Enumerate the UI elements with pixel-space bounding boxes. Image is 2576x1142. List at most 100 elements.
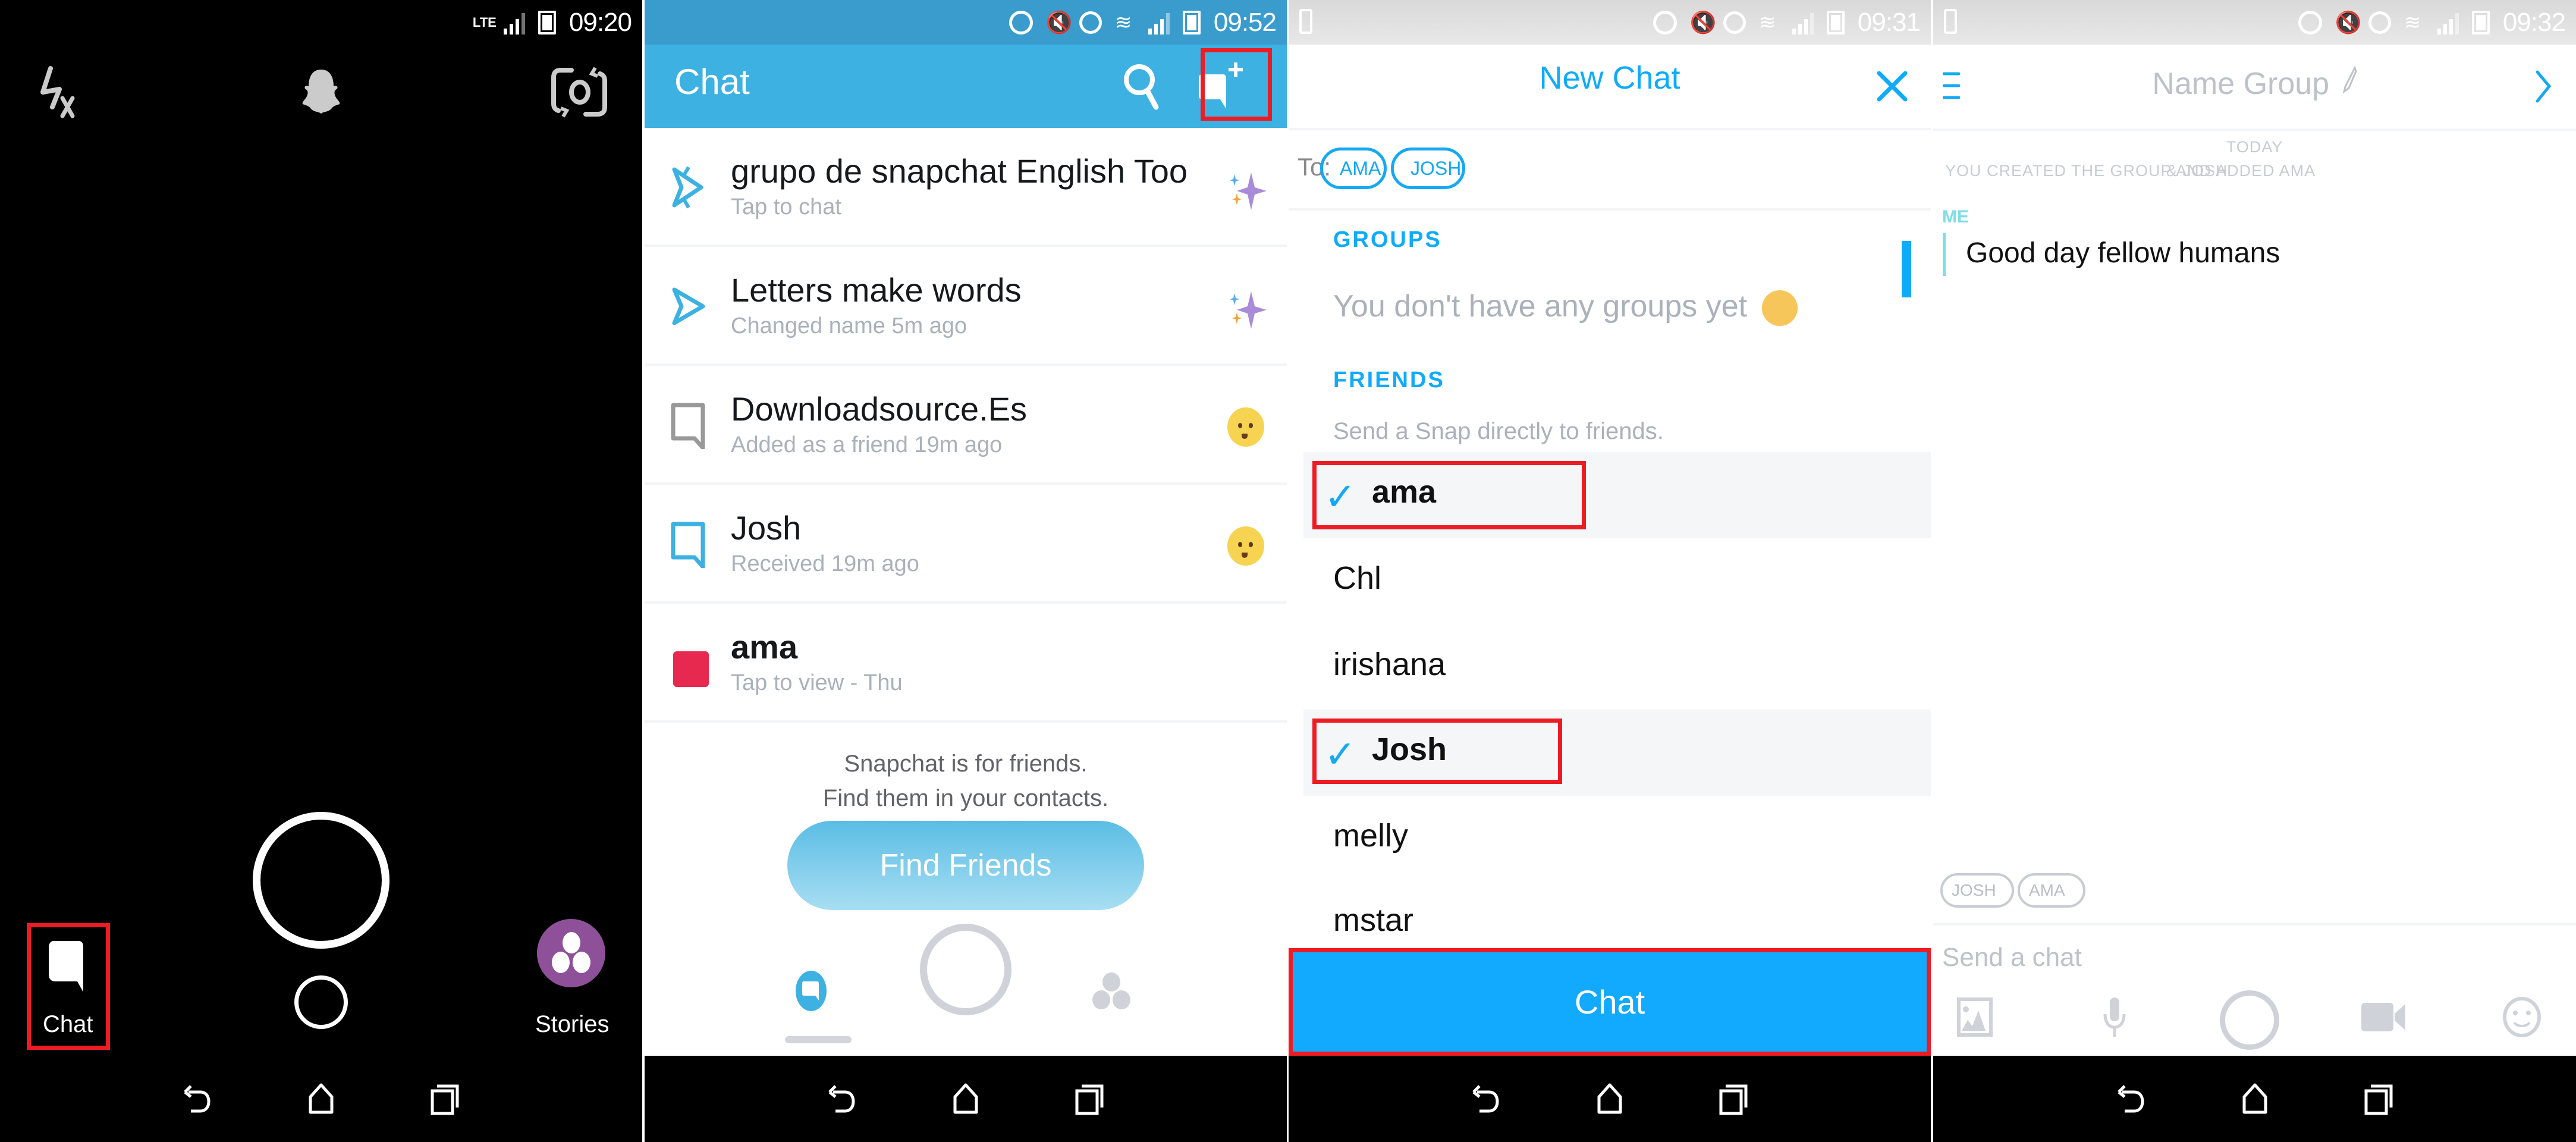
home-icon[interactable] (1589, 1078, 1631, 1120)
snap-red-square-icon (668, 639, 710, 687)
status-time: 09:20 (568, 7, 632, 37)
message-accent-bar (1943, 233, 1946, 276)
flash-off-icon[interactable] (27, 59, 92, 125)
back-icon[interactable] (1466, 1078, 1507, 1120)
home-icon[interactable] (945, 1078, 987, 1120)
status-bar: 🔇 ≋ 09:32 (1933, 0, 2576, 45)
status-bar: LTE 09:20 (0, 0, 642, 45)
groups-empty-text: You don't have any groups yet (1333, 288, 1798, 327)
chat-input[interactable]: Send a chat (1942, 943, 2082, 972)
recipient-chip[interactable]: AMA (1320, 148, 1387, 189)
memories-button[interactable] (294, 975, 348, 1029)
stories-icon[interactable] (537, 919, 605, 987)
signal-icon (1148, 11, 1170, 34)
status-time: 09:31 (1857, 7, 1921, 37)
chat-tab-icon[interactable] (796, 971, 827, 1011)
wifi-icon: ≋ (1114, 11, 1132, 34)
friend-name: melly (1333, 818, 1409, 854)
battery-icon (2471, 10, 2490, 34)
group-chat-screen: 🔇 ≋ 09:32 Name Group TODAY YOU CREATED T… (1933, 0, 2576, 1142)
home-icon[interactable] (2234, 1078, 2276, 1120)
chat-name: ama (731, 628, 798, 666)
chat-list-item[interactable]: Downloadsource.Es Added as a friend 19m … (645, 366, 1287, 485)
baby-emoji-icon (1227, 407, 1269, 449)
camera-screen: LTE 09:20 Chat Stories (0, 0, 642, 1142)
scrollbar[interactable] (1902, 241, 1911, 297)
home-icon[interactable] (300, 1078, 342, 1120)
system-message-tail: & JOSH (2166, 162, 2228, 180)
chat-status: Received 19m ago (731, 551, 919, 576)
flip-camera-icon[interactable] (547, 59, 612, 125)
sparkles-icon (1227, 170, 1269, 211)
camera-button[interactable] (2220, 990, 2279, 1050)
recents-icon[interactable] (423, 1078, 465, 1120)
chat-status: Changed name 5m ago (731, 313, 967, 338)
divider (1933, 128, 2576, 131)
page-title: New Chat (1539, 60, 1680, 96)
status-bar: 🔇 ≋ 09:31 (1289, 0, 1931, 45)
alarm-icon (1079, 11, 1102, 34)
chat-outline-grey-icon (668, 401, 710, 450)
empty-hint-line1: Snapchat is for friends. (844, 751, 1088, 777)
groups-empty-label: You don't have any groups yet (1333, 289, 1748, 324)
wifi-icon: ≋ (2404, 11, 2421, 34)
chat-list-screen: 🔇 ≋ 09:52 Chat grupo de snapchat English… (645, 0, 1287, 1142)
group-name-field[interactable]: Name Group (1933, 65, 2576, 102)
divider (1289, 128, 1931, 130)
friend-row[interactable]: Chl (1303, 538, 1931, 625)
groups-heading: GROUPS (1333, 227, 1442, 252)
chat-header: Chat (645, 45, 1287, 128)
search-icon[interactable] (1119, 59, 1167, 113)
recipient-chip[interactable]: JOSH (1391, 148, 1465, 189)
back-icon[interactable] (177, 1078, 219, 1120)
stories-label[interactable]: Stories (535, 1011, 610, 1038)
highlight-box (1201, 48, 1272, 121)
highlight-box (27, 923, 110, 1050)
gallery-icon[interactable] (1951, 993, 1999, 1041)
capture-button[interactable] (253, 812, 389, 949)
friend-name: Chl (1333, 560, 1382, 596)
sticker-icon[interactable] (2498, 993, 2546, 1041)
alarm-icon (1723, 11, 1746, 34)
screen-rotation-icon (1944, 9, 1957, 34)
back-icon[interactable] (822, 1078, 863, 1120)
chat-list-item[interactable]: ama Tap to view - Thu (645, 604, 1287, 723)
mute-icon: 🔇 (1689, 10, 1717, 34)
video-call-icon[interactable] (2360, 993, 2408, 1041)
member-chip[interactable]: AMA (2018, 873, 2085, 908)
recents-icon[interactable] (2357, 1078, 2399, 1120)
date-label: TODAY (2226, 138, 2283, 156)
friend-row[interactable]: melly (1303, 796, 1931, 882)
camera-button[interactable] (915, 919, 1016, 1020)
friends-hint: Send a Snap directly to friends. (1333, 418, 1664, 444)
chat-list-item[interactable]: Letters make words Changed name 5m ago (645, 247, 1287, 366)
pencil-icon[interactable] (2342, 65, 2357, 102)
friend-name: irishana (1333, 647, 1446, 682)
baby-emoji-icon (1227, 526, 1269, 568)
find-friends-button[interactable]: Find Friends (787, 821, 1144, 910)
microphone-icon[interactable] (2091, 993, 2138, 1041)
dnd-icon (2298, 10, 2322, 34)
active-tab-indicator (785, 1036, 852, 1043)
new-chat-screen: 🔇 ≋ 09:31 New Chat To: AMA JOSH GROUPS Y… (1289, 0, 1931, 1142)
friend-row[interactable]: irishana (1303, 625, 1931, 711)
recents-icon[interactable] (1712, 1078, 1754, 1120)
system-message: YOU CREATED THE GROUP AND ADDED AMA (1945, 162, 2316, 180)
status-time: 09:32 (2502, 7, 2566, 37)
battery-icon (538, 10, 556, 34)
recents-icon[interactable] (1068, 1078, 1110, 1120)
divider (1933, 923, 2576, 925)
stories-tab-icon[interactable] (1088, 972, 1135, 1020)
close-icon[interactable] (1874, 68, 1910, 104)
group-chat-icon (668, 164, 710, 211)
ghost-icon[interactable] (288, 59, 354, 125)
status-time: 09:52 (1213, 7, 1277, 37)
member-chip[interactable]: JOSH (1940, 873, 2014, 908)
chat-list-item[interactable]: Josh Received 19m ago (645, 485, 1287, 604)
back-icon[interactable] (2111, 1078, 2153, 1120)
highlight-box (1312, 719, 1562, 784)
chevron-right-icon[interactable] (2535, 70, 2553, 103)
chat-status: Tap to chat (731, 194, 841, 219)
chat-list-item[interactable]: grupo de snapchat English Too Tap to cha… (645, 128, 1287, 247)
battery-icon (1826, 10, 1845, 34)
